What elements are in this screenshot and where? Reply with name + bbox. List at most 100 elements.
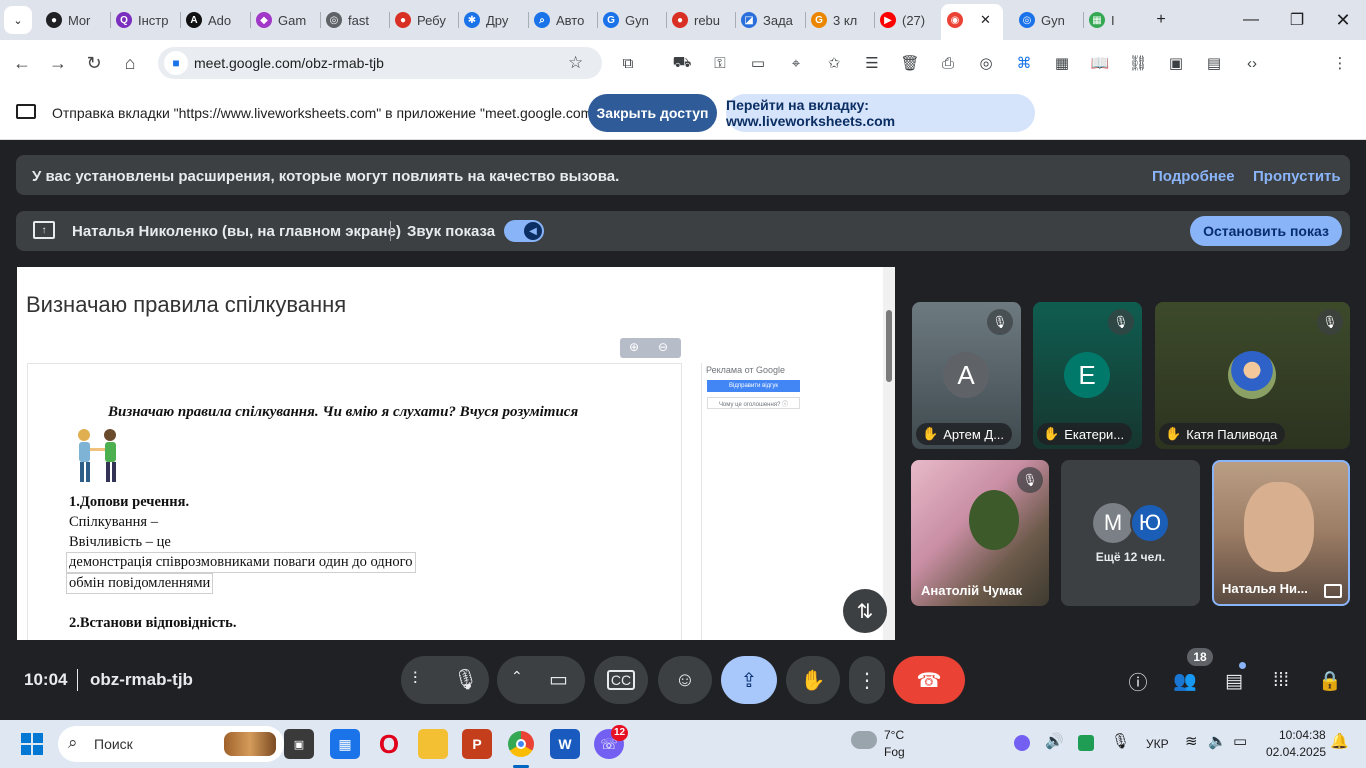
scrollbar-thumb[interactable] [886,310,892,382]
maximize-button[interactable]: ❐ [1282,8,1312,32]
tab-15[interactable]: ▦ I [1089,8,1123,32]
taskbar-search[interactable]: ⌕ Поиск [58,726,284,762]
viber-tray-icon[interactable] [1014,735,1030,751]
address-bar[interactable]: ■ meet.google.com/obz-rmab-tjb ☆ [158,47,602,79]
pip-icon[interactable] [1324,584,1342,598]
location-icon[interactable]: ⌖ [785,52,807,74]
table-icon[interactable]: ▤ [1203,52,1225,74]
ad-feedback-button[interactable]: Відправити відгук [707,380,800,392]
shared-tab-content[interactable]: Визначаю правила спілкування ⊕ ⊖ Визнача… [17,267,895,640]
go-to-tab-button[interactable]: Перейти на вкладку: www.liveworksheets.c… [726,94,1035,132]
tab-2[interactable]: A Ado [186,8,242,32]
windows-start-icon[interactable] [21,733,43,755]
participant-tile-3[interactable]: 🎙 ✋ Катя Паливода [1155,302,1350,449]
tab-11[interactable]: G 3 кл [811,8,867,32]
extension-1-icon[interactable]: ⛟ [671,52,693,74]
tab-9[interactable]: ● rebu [672,8,728,32]
captions-button[interactable]: CC [594,656,648,704]
tab-1[interactable]: Q Інстр [116,8,172,32]
qr-icon[interactable]: ▦ [1051,52,1073,74]
swap-layout-icon[interactable]: ⇅ [843,589,887,633]
tab-14[interactable]: ◎ Gyn [1019,8,1075,32]
extensions-icon[interactable]: ⧉ [617,52,639,74]
tab-5[interactable]: ● Ребу [395,8,451,32]
tab-8[interactable]: G Gyn [603,8,659,32]
reactions-button[interactable]: ☺ [658,656,712,704]
participant-tile-4[interactable]: 🎙 Анатолій Чумак [911,460,1049,606]
clock-time[interactable]: 10:04:38 [1279,728,1326,742]
tab-0[interactable]: ● Mor [46,8,102,32]
skip-link[interactable]: Пропустить [1253,168,1341,185]
print-icon[interactable]: ⎙ [937,52,959,74]
presentation-scrollbar[interactable] [883,267,895,640]
file-explorer-icon[interactable] [418,729,448,759]
home-icon[interactable]: ⌂ [118,51,142,75]
store-icon[interactable]: ▦ [330,729,360,759]
speaker-icon[interactable]: 🔊 [1045,732,1064,750]
zoom-in-icon[interactable]: ⊕ [629,340,639,354]
more-info-link[interactable]: Подробнее [1152,168,1235,185]
people-icon[interactable]: 👥 [1172,668,1198,694]
participant-tile-1[interactable]: А 🎙 ✋ Артем Д... [912,302,1021,449]
leave-call-button[interactable]: ☎ [893,656,965,704]
screenshot-icon[interactable]: ◎ [975,52,997,74]
tab-4[interactable]: ◎ fast [326,8,382,32]
audio-settings-icon[interactable]: ⫶ [413,669,417,689]
tab-6[interactable]: ✱ Дру [464,8,520,32]
tab-3[interactable]: ◆ Gam [256,8,312,32]
ad-why-button[interactable]: Чому це оголошення? ⓘ [707,397,800,409]
word-icon[interactable]: W [550,729,580,759]
reload-icon[interactable]: ↻ [82,51,106,75]
stop-presenting-button[interactable]: Остановить показ [1190,216,1342,246]
stop-sharing-button[interactable]: Закрыть доступ [588,94,717,132]
opera-icon[interactable]: O [374,729,404,759]
task-view-icon[interactable]: ▣ [284,729,314,759]
language-indicator[interactable]: УКР [1146,737,1169,751]
bookmark-star-icon[interactable]: ☆ [568,53,583,73]
chat-icon[interactable]: ▤ [1221,668,1247,694]
favorites-icon[interactable]: ✩ [823,52,845,74]
activities-icon[interactable]: ⁞⁞⁞ [1268,668,1294,694]
tab-search-button[interactable]: ⌄ [4,6,32,34]
back-icon[interactable]: ← [10,51,34,75]
powerpoint-icon[interactable]: P [462,729,492,759]
zoom-out-icon[interactable]: ⊖ [658,340,668,354]
notifications-icon[interactable]: 🔔 [1330,732,1349,750]
tab-12[interactable]: ▶ (27) [880,8,936,32]
answer-option-1[interactable]: демонстрація співрозмовниками поваги оди… [66,552,416,573]
participant-tile-2[interactable]: Е 🎙 ✋ Екатери... [1033,302,1142,449]
forward-icon[interactable]: → [46,51,70,75]
new-tab-button[interactable]: + [1146,8,1176,32]
reader-icon[interactable]: 📖 [1089,52,1111,74]
more-participants-tile[interactable]: М Ю Ещё 12 чел. [1061,460,1200,606]
tab-13[interactable]: ◉М [947,8,969,32]
wifi-icon[interactable]: ≋ [1185,732,1198,750]
site-camera-icon[interactable]: ■ [164,51,188,75]
tab-7[interactable]: ⌕ Авто [534,8,590,32]
key-icon[interactable]: ⚿ [709,52,731,74]
clock-date[interactable]: 02.04.2025 [1266,745,1326,759]
host-controls-icon[interactable]: 🔒 [1317,668,1343,694]
devtools-icon[interactable]: ‹› [1241,52,1263,74]
camera-icon[interactable]: ▭ [549,667,568,692]
reading-list-icon[interactable]: ☰ [861,52,883,74]
chrome-icon[interactable] [506,729,536,759]
trash-icon[interactable]: 🗑 [899,52,921,74]
tab-10[interactable]: ◪ Зада [741,8,797,32]
battery-icon[interactable]: ▭ [1233,732,1247,750]
answer-option-2[interactable]: обмін повідомленнями [66,573,214,594]
volume-icon[interactable]: 🔈 [1208,732,1227,750]
translate-icon[interactable]: ⌘ [1013,52,1035,74]
present-button[interactable]: ⇪ [721,656,777,704]
info-icon[interactable]: ⓘ [1125,668,1151,694]
cast-icon[interactable]: ▣ [1165,52,1187,74]
menu-icon[interactable]: ⋮ [1329,52,1351,74]
self-view-tile[interactable]: Наталья Ни... [1212,460,1350,606]
close-tab-icon[interactable]: ✕ [980,8,991,32]
microphone-tray-icon[interactable]: 🎙 [1111,732,1130,750]
raise-hand-button[interactable]: ✋ [786,656,840,704]
close-window-button[interactable]: ✕ [1328,8,1358,32]
camera-options-icon[interactable]: ⌃ [511,668,523,685]
security-tray-icon[interactable] [1078,735,1094,751]
more-options-button[interactable]: ⋮ [849,656,885,704]
